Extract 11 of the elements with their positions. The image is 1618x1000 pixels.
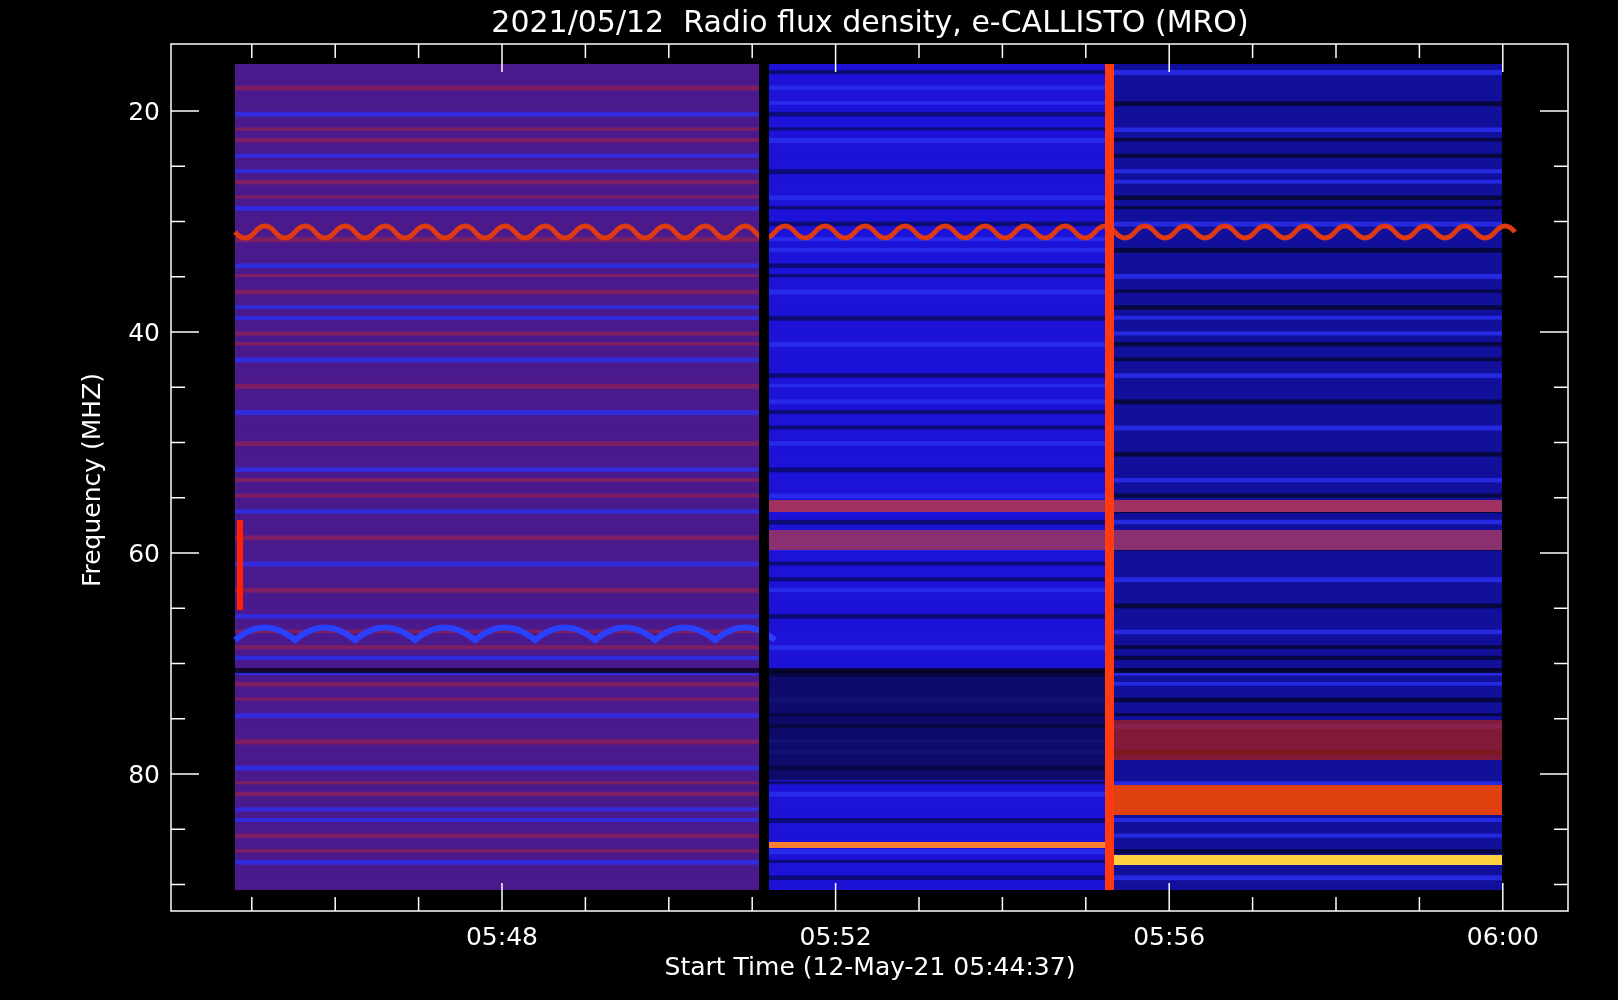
y-tick-label: 80 xyxy=(128,760,160,789)
y-tick-label: 40 xyxy=(128,318,160,347)
x-tick-label: 05:48 xyxy=(466,922,538,951)
x-tick-label: 06:00 xyxy=(1466,922,1539,951)
x-axis-label: Start Time (12-May-21 05:44:37) xyxy=(664,952,1076,981)
y-axis-label: Frequency (MHZ) xyxy=(77,372,106,588)
x-tick-label: 05:56 xyxy=(1133,922,1206,951)
y-tick-label: 60 xyxy=(128,539,160,568)
chart-title: 2021/05/12 Radio flux density, e-CALLISTO (MRO) xyxy=(491,4,1249,39)
x-tick-label: 05:52 xyxy=(799,922,872,951)
y-tick-label: 20 xyxy=(128,97,160,126)
